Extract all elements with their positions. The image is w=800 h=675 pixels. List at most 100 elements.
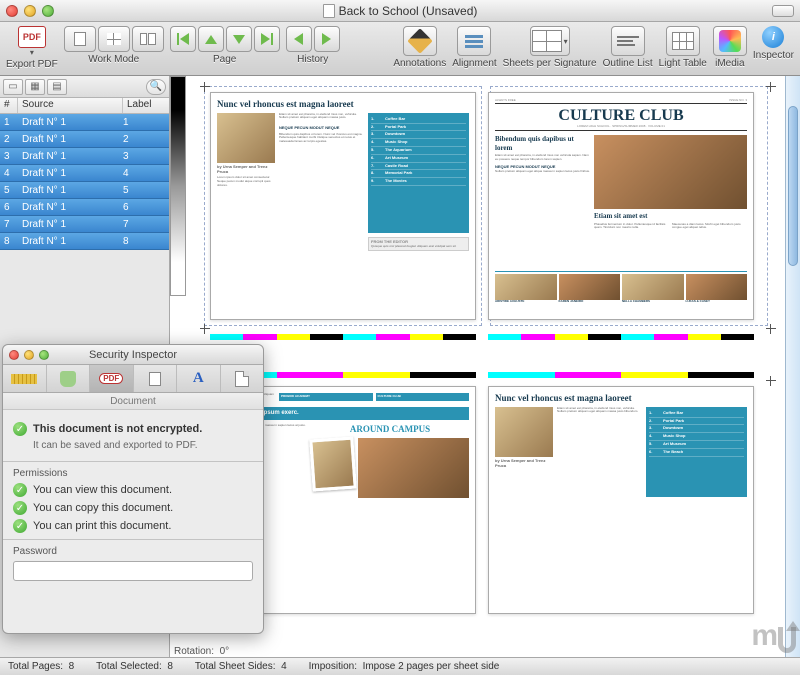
check-icon: ✓ xyxy=(13,483,27,497)
window-titlebar: Back to School (Unsaved) xyxy=(0,0,800,22)
password-heading: Password xyxy=(13,546,253,557)
page-last-button[interactable] xyxy=(254,26,280,52)
sheets-per-sig-label: Sheets per Signature xyxy=(503,58,597,69)
pdf-icon: PDF xyxy=(99,373,123,384)
document-icon xyxy=(149,372,161,386)
alignment-label: Alignment xyxy=(452,58,496,69)
sidebar-row[interactable]: 4Draft N° 14 xyxy=(0,165,169,182)
alignment-icon xyxy=(465,35,483,48)
page-thumbnail-1[interactable]: Nunc vel rhoncus est magna laoreet by Ur… xyxy=(210,92,476,320)
page-label: Page xyxy=(213,54,236,65)
page-down-button[interactable] xyxy=(226,26,252,52)
scrollbar-thumb[interactable] xyxy=(788,106,798,266)
panel-tab-document[interactable] xyxy=(134,365,178,392)
inspector-button[interactable]: i xyxy=(762,26,784,48)
signature-icon xyxy=(532,30,562,52)
main-toolbar: PDF▾ Export PDF Work Mode Page History A… xyxy=(0,22,800,76)
arrow-left-icon xyxy=(294,33,303,45)
annotations-button[interactable] xyxy=(403,26,437,56)
col-num[interactable]: # xyxy=(0,98,18,113)
sidebar-header: # Source Label xyxy=(0,98,169,114)
document-icon xyxy=(323,4,335,18)
status-total-selected: Total Selected: 8 xyxy=(96,661,173,672)
light-table-icon xyxy=(672,32,694,50)
sidebar-row[interactable]: 3Draft N° 13 xyxy=(0,148,169,165)
sidebar-view-grid-button[interactable]: ▤ xyxy=(47,79,67,95)
headline: Nunc vel rhoncus est magna laoreet xyxy=(217,99,469,110)
watermark: m xyxy=(751,619,796,653)
sidebar-row[interactable]: 5Draft N° 15 xyxy=(0,182,169,199)
status-total-pages: Total Pages: 8 xyxy=(8,661,74,672)
page-thumbnail-4[interactable]: Nunc vel rhoncus est magna laoreet by Ur… xyxy=(488,386,754,614)
history-back-button[interactable] xyxy=(286,26,312,52)
panel-tab-page[interactable] xyxy=(221,365,264,392)
encryption-note: It can be saved and exported to PDF. xyxy=(33,440,253,451)
panel-tab-mask[interactable] xyxy=(47,365,91,392)
password-input[interactable] xyxy=(13,561,253,581)
check-icon: ✓ xyxy=(13,422,27,436)
status-imposition: Imposition: Impose 2 pages per sheet sid… xyxy=(309,661,500,672)
work-mode-grid-button[interactable] xyxy=(98,26,130,52)
panel-tab-ruler[interactable] xyxy=(3,365,47,392)
sidebar-search-button[interactable]: 🔍 xyxy=(146,79,166,95)
grayscale-strip xyxy=(170,76,186,296)
photo xyxy=(594,135,747,209)
photo xyxy=(495,407,553,457)
status-total-sides: Total Sheet Sides: 4 xyxy=(195,661,287,672)
light-table-label: Light Table xyxy=(659,58,707,69)
registration-mark-icon xyxy=(200,82,210,92)
article-heading: Etiam sit amet est xyxy=(594,212,747,220)
col-source[interactable]: Source xyxy=(18,98,123,113)
sidebar-row[interactable]: 6Draft N° 16 xyxy=(0,199,169,216)
sidebar-row[interactable]: 8Draft N° 18 xyxy=(0,233,169,250)
check-icon: ✓ xyxy=(13,519,27,533)
panel-body: ✓ This document is not encrypted. It can … xyxy=(3,410,263,589)
panel-subtab: Document xyxy=(3,393,263,410)
canvas[interactable]: Nunc vel rhoncus est magna laoreet by Ur… xyxy=(170,76,800,657)
sidebar-row[interactable]: 7Draft N° 17 xyxy=(0,216,169,233)
light-table-button[interactable] xyxy=(666,26,700,56)
article-heading: Bibendum quis dapibus ut lorem xyxy=(495,135,590,152)
outline-list-button[interactable] xyxy=(611,26,645,56)
imedia-button[interactable] xyxy=(713,26,747,56)
annotations-label: Annotations xyxy=(393,58,446,69)
registration-mark-icon xyxy=(766,82,776,92)
panel-title: Security Inspector xyxy=(3,349,263,361)
page-thumbnail-2[interactable]: ALWAYS FREEISSUE NO. 3 CULTURE CLUB LORE… xyxy=(488,92,754,320)
sidebar-row[interactable]: 2Draft N° 12 xyxy=(0,131,169,148)
panel-tab-pdf[interactable]: PDF xyxy=(90,365,134,392)
sidebar-row[interactable]: 1Draft N° 11 xyxy=(0,114,169,131)
sidebar-view-thumb-button[interactable]: ▦ xyxy=(25,79,45,95)
panel-tab-fonts[interactable]: A xyxy=(177,365,221,392)
alignment-button[interactable] xyxy=(457,26,491,56)
font-icon: A xyxy=(193,370,204,387)
perm-copy: You can copy this document. xyxy=(33,502,173,514)
first-icon xyxy=(177,33,189,45)
window-title: Back to School (Unsaved) xyxy=(339,4,478,18)
section-heading: NEQUE PECUN MODUT NEQUE xyxy=(279,126,364,131)
sidebar-view-list-button[interactable]: ▭ xyxy=(3,79,23,95)
color-bar xyxy=(488,334,754,340)
panel-titlebar[interactable]: Security Inspector xyxy=(3,345,263,365)
history-forward-button[interactable] xyxy=(314,26,340,52)
history-label: History xyxy=(297,54,328,65)
arrow-up-icon xyxy=(205,35,217,44)
security-inspector-panel[interactable]: Security Inspector PDF A Document ✓ This … xyxy=(2,344,264,634)
export-pdf-button[interactable]: PDF▾ xyxy=(18,26,46,57)
page-up-button[interactable] xyxy=(198,26,224,52)
page-first-button[interactable] xyxy=(170,26,196,52)
photo xyxy=(309,436,357,491)
col-label[interactable]: Label xyxy=(123,98,169,113)
color-bar xyxy=(488,372,754,378)
encryption-status: This document is not encrypted. xyxy=(33,423,202,435)
registration-mark-icon xyxy=(766,376,776,386)
ruler-icon xyxy=(11,374,37,384)
imedia-label: iMedia xyxy=(715,58,744,69)
sheets-per-sig-button[interactable]: ▾ xyxy=(530,26,570,56)
vertical-scrollbar[interactable] xyxy=(785,76,800,657)
work-mode-spread-button[interactable] xyxy=(132,26,164,52)
spread-icon xyxy=(140,33,156,45)
sidebar-toolbar: ▭ ▦ ▤ 🔍 xyxy=(0,76,169,98)
photo xyxy=(495,274,557,300)
work-mode-prev-button[interactable] xyxy=(64,26,96,52)
